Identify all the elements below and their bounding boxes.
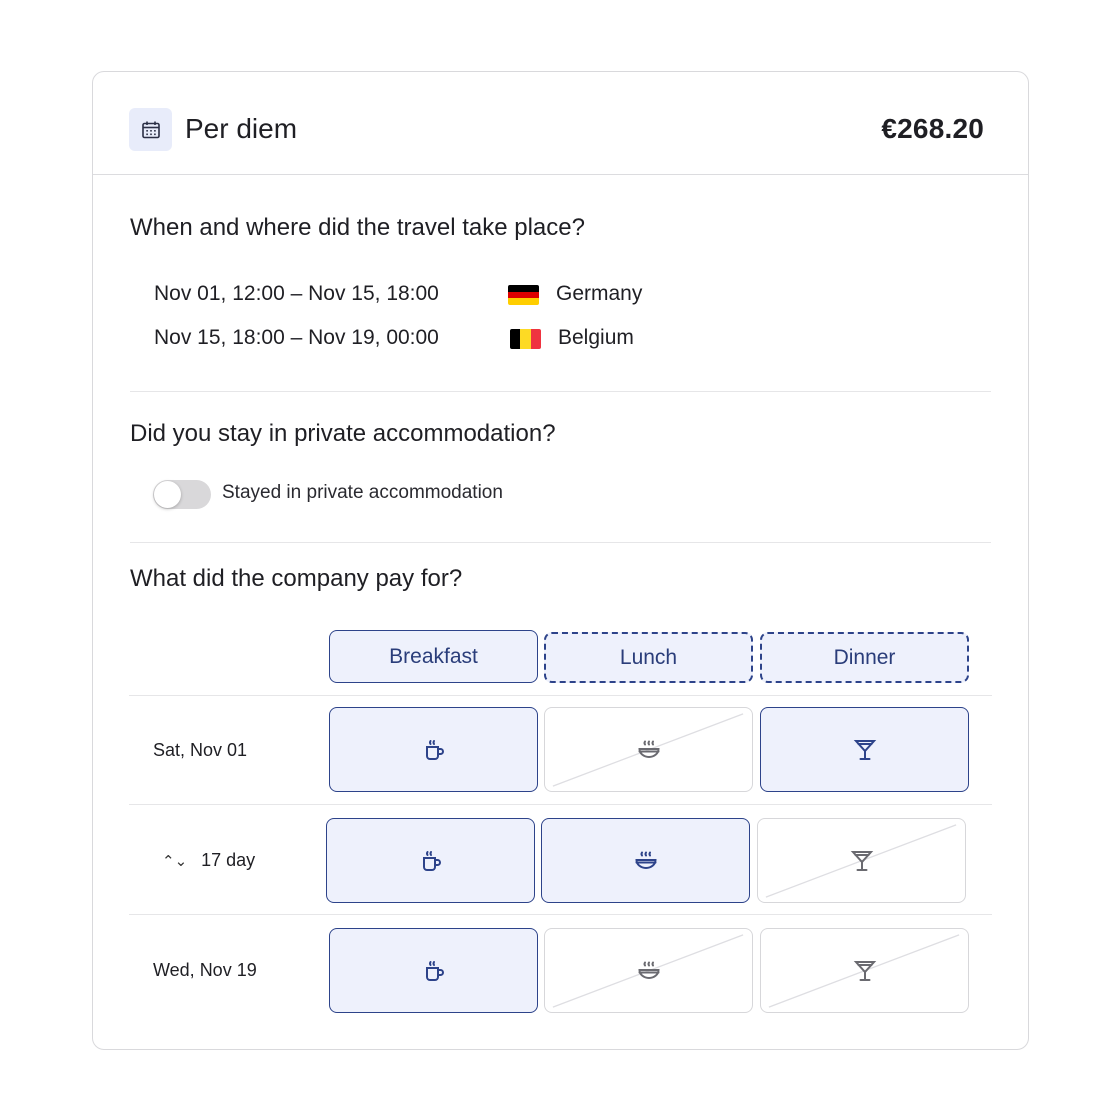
row-divider	[129, 914, 992, 915]
belgium-flag-icon	[510, 329, 541, 349]
coffee-cup-icon	[422, 850, 441, 871]
accommodation-question: Did you stay in private accommodation?	[130, 420, 556, 447]
meal-cell-dinner[interactable]	[757, 818, 966, 903]
soup-bowl-icon	[634, 851, 657, 869]
germany-flag-icon	[508, 285, 539, 305]
row-divider	[129, 804, 992, 805]
meal-cell-breakfast[interactable]	[329, 707, 538, 792]
section-divider	[130, 542, 991, 543]
coffee-cup-icon	[425, 739, 444, 760]
travel-row[interactable]: Nov 01, 12:00 – Nov 15, 18:00 Germany	[154, 282, 754, 312]
meal-cell-dinner[interactable]	[760, 707, 969, 792]
meal-cell-lunch[interactable]	[544, 928, 753, 1013]
lunch-header-button[interactable]: Lunch	[544, 632, 753, 683]
cocktail-glass-icon	[853, 960, 876, 981]
meal-cell-lunch[interactable]	[541, 818, 750, 903]
meal-cell-dinner[interactable]	[760, 928, 969, 1013]
row-divider	[129, 695, 992, 696]
section-divider	[130, 391, 991, 392]
travel-country: Germany	[556, 282, 643, 305]
travel-question: When and where did the travel take place…	[130, 214, 585, 241]
calendar-icon	[129, 108, 172, 151]
per-diem-card: Per diem €268.20 When and where did the …	[92, 71, 1029, 1050]
cocktail-glass-icon	[853, 739, 876, 760]
meal-cell-lunch[interactable]	[544, 707, 753, 792]
meals-question: What did the company pay for?	[130, 565, 463, 592]
toggle-knob[interactable]	[154, 481, 181, 508]
day-count: 17 day	[201, 850, 256, 870]
expand-collapse-icon[interactable]: ⌃⌄	[162, 852, 187, 870]
coffee-cup-icon	[425, 960, 444, 981]
total-amount: €268.20	[881, 113, 984, 144]
travel-dates: Nov 15, 18:00 – Nov 19, 00:00	[154, 326, 439, 349]
dinner-header-button[interactable]: Dinner	[760, 632, 969, 683]
travel-country: Belgium	[558, 326, 634, 349]
soup-bowl-icon	[637, 740, 660, 758]
meal-cell-breakfast[interactable]	[326, 818, 535, 903]
page-title: Per diem	[185, 113, 298, 144]
day-label: Wed, Nov 19	[153, 960, 257, 980]
day-range-label[interactable]: ⌃⌄ 17 day	[162, 850, 255, 871]
day-label: Sat, Nov 01	[153, 740, 248, 760]
breakfast-header-button[interactable]: Breakfast	[329, 630, 538, 683]
travel-row[interactable]: Nov 15, 18:00 – Nov 19, 00:00 Belgium	[154, 326, 754, 356]
travel-dates: Nov 01, 12:00 – Nov 15, 18:00	[154, 282, 439, 305]
private-accommodation-toggle[interactable]	[153, 480, 211, 509]
meal-cell-breakfast[interactable]	[329, 928, 538, 1013]
card-header: Per diem €268.20	[93, 72, 1028, 175]
soup-bowl-icon	[637, 961, 660, 979]
toggle-label: Stayed in private accommodation	[222, 482, 503, 503]
cocktail-glass-icon	[850, 850, 873, 871]
